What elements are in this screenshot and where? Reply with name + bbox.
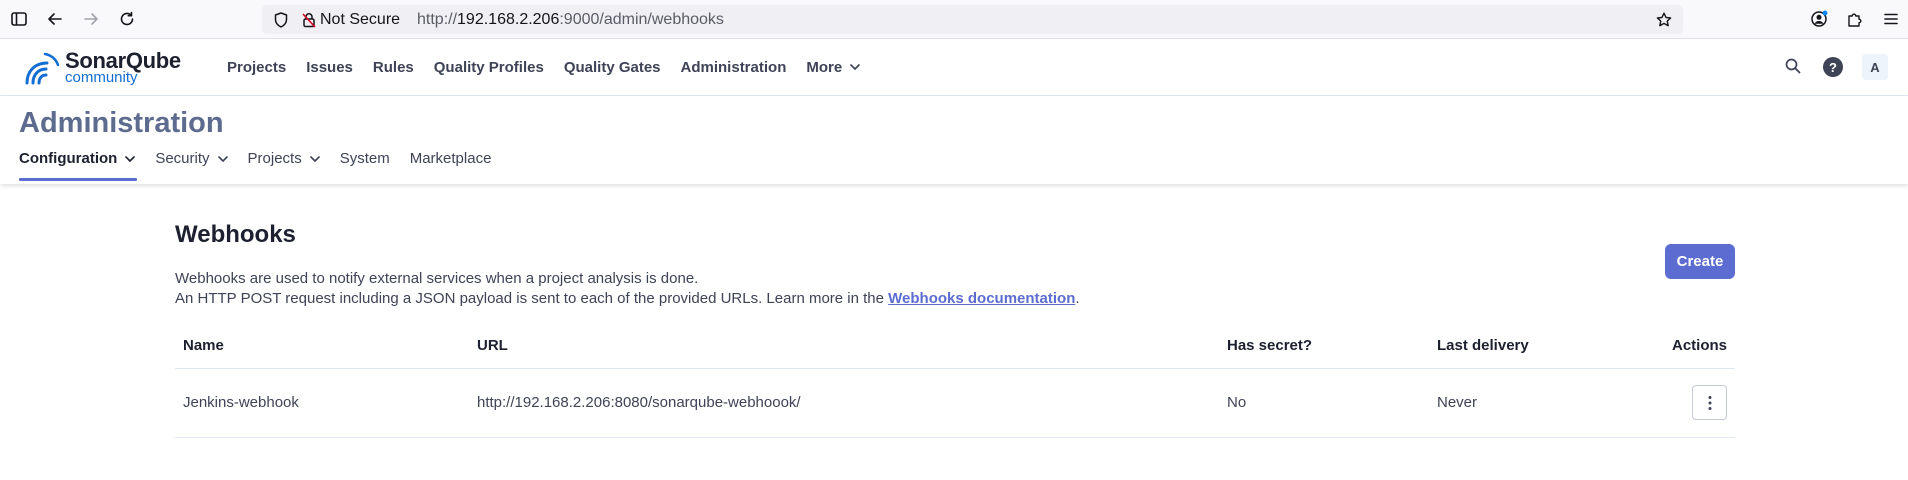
main-nav: Projects Issues Rules Quality Profiles Q…	[227, 39, 880, 96]
nav-rules[interactable]: Rules	[373, 59, 414, 76]
column-header-name: Name	[175, 323, 469, 369]
webhook-actions-cell	[1649, 368, 1735, 438]
shield-icon[interactable]	[270, 9, 292, 31]
url-text[interactable]: http://192.168.2.206:9000/admin/webhooks	[417, 10, 724, 29]
logo-edition: community	[65, 69, 138, 86]
url-prefix: http://	[417, 11, 458, 28]
reload-icon[interactable]	[116, 8, 138, 30]
avatar[interactable]: A	[1862, 54, 1888, 80]
tab-projects[interactable]: Projects	[248, 146, 320, 180]
chevron-down-icon	[309, 156, 320, 162]
column-header-has-secret: Has secret?	[1219, 323, 1429, 369]
tab-marketplace[interactable]: Marketplace	[410, 146, 492, 180]
browser-toolbar: Not Secure http://192.168.2.206:9000/adm…	[0, 0, 1908, 39]
nav-quality-profiles[interactable]: Quality Profiles	[434, 59, 544, 76]
nav-more-label: More	[806, 59, 843, 76]
admin-header: Administration Configuration Security Pr…	[0, 96, 1908, 184]
webhooks-description: Webhooks are used to notify external ser…	[175, 270, 699, 287]
address-bar[interactable]: Not Secure http://192.168.2.206:9000/adm…	[262, 5, 1683, 34]
admin-tabs: Configuration Security Projects System M…	[19, 146, 511, 181]
account-icon[interactable]	[1808, 8, 1830, 30]
webhooks-description-detail: An HTTP POST request including a JSON pa…	[175, 290, 1080, 308]
nav-projects[interactable]: Projects	[227, 59, 286, 76]
sonarqube-logo[interactable]: SonarQube community	[21, 49, 191, 87]
webhook-name: Jenkins-webhook	[175, 368, 469, 438]
column-header-last-delivery: Last delivery	[1429, 323, 1649, 369]
desc-text: An HTTP POST request including a JSON pa…	[175, 290, 889, 307]
sidebar-icon[interactable]	[8, 8, 30, 30]
lock-slash-icon[interactable]	[298, 9, 320, 31]
webhooks-title: Webhooks	[175, 221, 296, 248]
nav-issues[interactable]: Issues	[306, 59, 353, 76]
chevron-down-icon	[125, 156, 136, 162]
page-title: Administration	[19, 107, 224, 139]
nav-more[interactable]: More	[806, 59, 861, 76]
forward-arrow-icon[interactable]	[80, 8, 102, 30]
puzzle-icon[interactable]	[1844, 8, 1866, 30]
help-icon[interactable]: ?	[1823, 57, 1843, 77]
tab-projects-label: Projects	[247, 150, 302, 167]
url-host: 192.168.2.206	[457, 11, 560, 28]
tab-configuration-label: Configuration	[19, 150, 118, 167]
kebab-menu-icon	[1708, 395, 1711, 410]
sonar-waves-icon	[25, 52, 60, 85]
chevron-down-icon	[850, 64, 861, 70]
hamburger-icon[interactable]	[1880, 8, 1902, 30]
column-header-actions: Actions	[1649, 323, 1735, 369]
table-header-row: Name URL Has secret? Last delivery Actio…	[175, 323, 1735, 369]
nav-administration[interactable]: Administration	[681, 59, 787, 76]
chevron-down-icon	[217, 156, 228, 162]
url-path: :9000/admin/webhooks	[559, 11, 724, 28]
tab-security-label: Security	[155, 150, 210, 167]
app-header: SonarQube community Projects Issues Rule…	[0, 39, 1908, 96]
create-webhook-button[interactable]: Create	[1665, 244, 1735, 279]
search-icon[interactable]	[1784, 57, 1802, 80]
webhook-url: http://192.168.2.206:8080/sonarqube-webh…	[469, 368, 1219, 438]
not-secure-label[interactable]: Not Secure	[320, 10, 400, 29]
tab-system[interactable]: System	[340, 146, 390, 180]
webhook-has-secret: No	[1219, 368, 1429, 438]
webhooks-table: Name URL Has secret? Last delivery Actio…	[175, 323, 1735, 438]
webhook-actions-button[interactable]	[1692, 385, 1727, 420]
webhooks-documentation-link[interactable]: Webhooks documentation	[888, 290, 1075, 307]
desc-period: .	[1075, 290, 1080, 307]
webhook-last-delivery: Never	[1429, 368, 1649, 438]
tab-configuration[interactable]: Configuration	[19, 146, 138, 181]
tab-security[interactable]: Security	[155, 146, 228, 180]
table-row: Jenkins-webhook http://192.168.2.206:808…	[175, 368, 1735, 438]
nav-quality-gates[interactable]: Quality Gates	[564, 59, 661, 76]
column-header-url: URL	[469, 323, 1219, 369]
star-icon[interactable]	[1653, 9, 1675, 31]
back-arrow-icon[interactable]	[44, 8, 66, 30]
